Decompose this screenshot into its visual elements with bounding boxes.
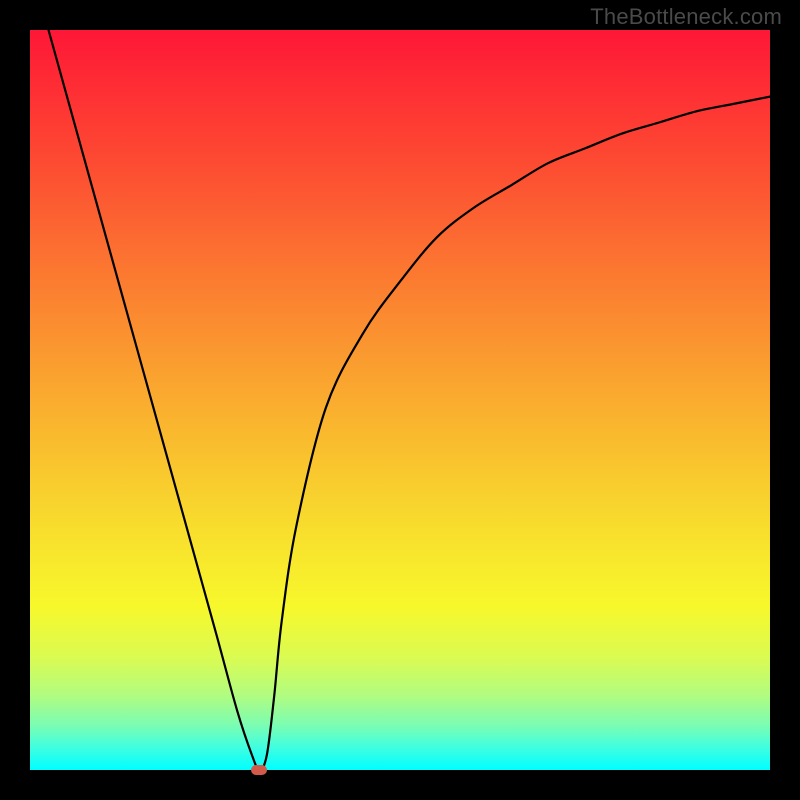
watermark-text: TheBottleneck.com [590, 4, 782, 30]
minimum-marker [251, 765, 267, 775]
plot-area [30, 30, 770, 770]
chart-frame: TheBottleneck.com [0, 0, 800, 800]
curve-svg [30, 30, 770, 770]
bottleneck-curve [49, 30, 771, 770]
